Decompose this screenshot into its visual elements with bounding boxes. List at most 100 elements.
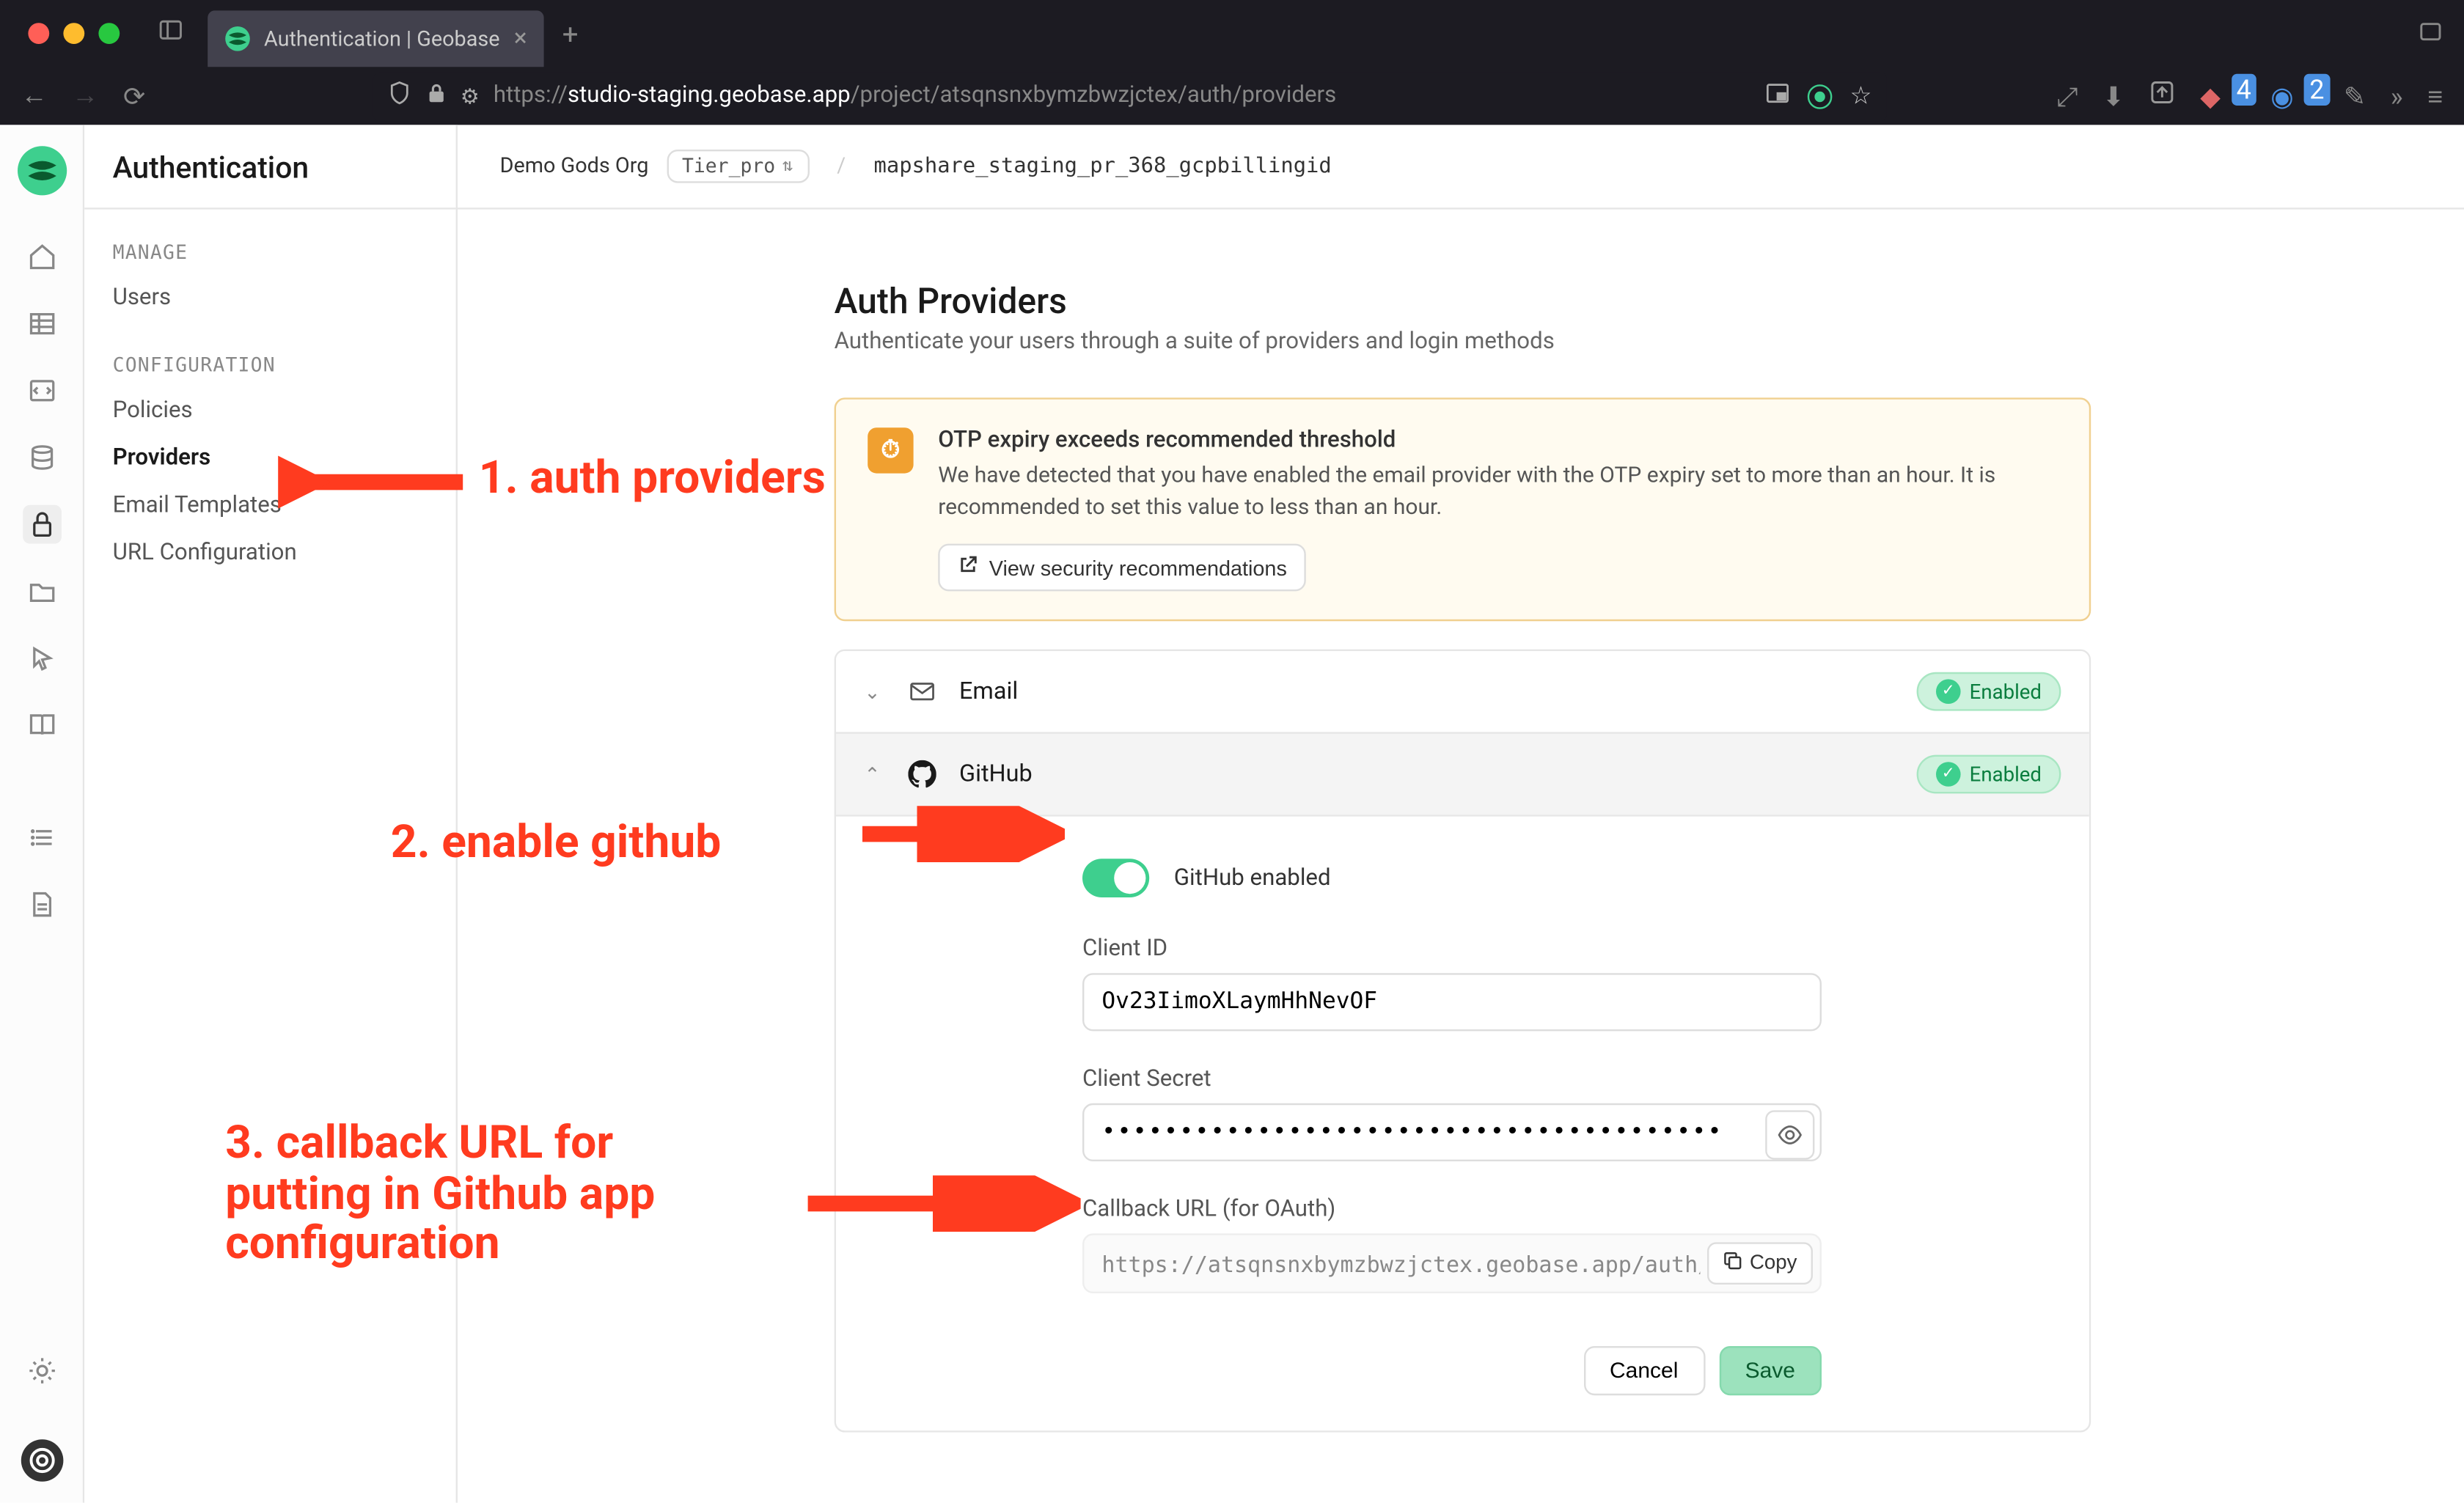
provider-row-email[interactable]: ⌄ Email ✓ Enabled bbox=[836, 651, 2089, 732]
content: Auth Providers Authenticate your users t… bbox=[458, 208, 2464, 1502]
expand-icon[interactable]: ⤢ bbox=[2056, 80, 2078, 111]
address-bar[interactable]: ⚙ https://studio-staging.geobase.app/pro… bbox=[373, 71, 1886, 120]
warning-icon: ⏱ bbox=[868, 427, 913, 472]
provider-name-email: Email bbox=[959, 677, 1896, 705]
url-text: https://studio-staging.geobase.app/proje… bbox=[494, 83, 1751, 109]
callback-url-value[interactable]: https://atsqnsnxbymzbwzjctex.geobase.app… bbox=[1084, 1236, 1700, 1290]
check-icon: ✓ bbox=[1936, 679, 1961, 704]
menu-icon[interactable]: ≡ bbox=[2427, 80, 2443, 111]
sidebar-toggle-icon[interactable] bbox=[158, 18, 183, 49]
check-icon: ✓ bbox=[1936, 762, 1961, 787]
home-icon[interactable] bbox=[22, 238, 61, 276]
reveal-secret-button[interactable] bbox=[1765, 1110, 1814, 1159]
chevron-updown-icon: ⇅ bbox=[782, 156, 793, 175]
github-toggle-label: GitHub enabled bbox=[1174, 865, 1331, 892]
callback-url-label: Callback URL (for OAuth) bbox=[1082, 1197, 2047, 1223]
database-icon[interactable] bbox=[22, 438, 61, 477]
eyedrop-icon[interactable]: ✎ bbox=[2344, 80, 2366, 111]
callback-url-row: https://atsqnsnxbymzbwzjctex.geobase.app… bbox=[1082, 1233, 1822, 1293]
forward-button[interactable]: → bbox=[72, 81, 98, 111]
tabs-overview-icon[interactable] bbox=[2419, 17, 2443, 51]
icon-rail bbox=[0, 125, 84, 1502]
warning-text: We have detected that you have enabled t… bbox=[938, 460, 2057, 526]
cancel-button[interactable]: Cancel bbox=[1583, 1346, 1704, 1395]
sidebar-item-policies[interactable]: Policies bbox=[84, 387, 455, 435]
copy-icon bbox=[1723, 1251, 1742, 1276]
settings-icon[interactable] bbox=[22, 1351, 61, 1390]
browser-toolbar-right: ⤢ ⬇ ◆4 ◉2 ✎ » ≡ bbox=[2056, 79, 2443, 113]
provider-name-github: GitHub bbox=[959, 760, 1896, 788]
sidebar-section-manage: MANAGE bbox=[84, 210, 455, 275]
tier-selector[interactable]: Tier_pro ⇅ bbox=[666, 149, 808, 183]
nav-bar: ← → ⟳ ⚙ https://studio-staging.geobase.a… bbox=[0, 67, 2464, 125]
sidebar: Authentication MANAGE Users CONFIGURATIO… bbox=[84, 125, 458, 1502]
client-secret-input[interactable] bbox=[1082, 1103, 1822, 1161]
github-config-panel: GitHub enabled Client ID Client Secret bbox=[836, 815, 2089, 1430]
help-icon[interactable] bbox=[21, 1439, 63, 1482]
sidebar-item-email-templates[interactable]: Email Templates bbox=[84, 482, 455, 530]
copy-callback-button[interactable]: Copy bbox=[1707, 1242, 1813, 1285]
tab-title: Authentication | Geobase bbox=[264, 26, 500, 51]
provider-row-github[interactable]: ⌃ GitHub ✓ Enabled bbox=[836, 732, 2089, 815]
project-name[interactable]: mapshare_staging_pr_368_gcpbillingid bbox=[874, 153, 1332, 178]
circle-icon[interactable] bbox=[1808, 84, 1833, 109]
maximize-window[interactable] bbox=[98, 23, 120, 44]
client-id-input[interactable] bbox=[1082, 973, 1822, 1031]
github-enabled-toggle[interactable] bbox=[1082, 859, 1149, 897]
overflow-icon[interactable]: » bbox=[2391, 80, 2403, 111]
new-tab-button[interactable]: + bbox=[562, 17, 579, 51]
ext1-icon[interactable]: ◆4 bbox=[2200, 80, 2245, 111]
save-button[interactable]: Save bbox=[1719, 1346, 1822, 1395]
ext2-icon[interactable]: ◉2 bbox=[2270, 80, 2319, 111]
org-name[interactable]: Demo Gods Org bbox=[500, 153, 649, 178]
envelope-icon bbox=[906, 676, 938, 708]
sidebar-item-providers[interactable]: Providers bbox=[84, 435, 455, 482]
page-subtitle: Authenticate your users through a suite … bbox=[835, 328, 2091, 355]
shield-icon[interactable] bbox=[386, 80, 411, 111]
list-icon[interactable] bbox=[22, 818, 61, 857]
storage-icon[interactable] bbox=[22, 572, 61, 611]
app-frame: Authentication MANAGE Users CONFIGURATIO… bbox=[0, 125, 2464, 1502]
bookmark-icon[interactable]: ☆ bbox=[1849, 82, 1871, 110]
main: Demo Gods Org Tier_pro ⇅ / mapshare_stag… bbox=[458, 125, 2464, 1502]
browser-chrome: Authentication | Geobase × + ← → ⟳ ⚙ htt… bbox=[0, 0, 2464, 125]
account-icon[interactable] bbox=[2149, 79, 2176, 113]
close-window[interactable] bbox=[28, 23, 49, 44]
lock-icon[interactable] bbox=[425, 82, 447, 110]
crumb-sep: / bbox=[837, 153, 846, 178]
back-button[interactable]: ← bbox=[21, 81, 48, 111]
external-link-icon bbox=[958, 554, 979, 581]
page-title: Auth Providers bbox=[835, 279, 2091, 321]
minimize-window[interactable] bbox=[63, 23, 84, 44]
github-icon bbox=[906, 758, 938, 790]
pointer-icon[interactable] bbox=[22, 639, 61, 677]
reload-button[interactable]: ⟳ bbox=[123, 80, 145, 111]
auth-icon[interactable] bbox=[22, 505, 61, 544]
warning-banner: ⏱ OTP expiry exceeds recommended thresho… bbox=[835, 397, 2091, 621]
chevron-up-icon: ⌃ bbox=[864, 762, 885, 785]
enabled-badge: ✓ Enabled bbox=[1917, 672, 2061, 711]
sql-editor-icon[interactable] bbox=[22, 371, 61, 410]
book-icon[interactable] bbox=[22, 705, 61, 744]
downloads-icon[interactable]: ⬇ bbox=[2102, 80, 2124, 111]
permissions-icon[interactable]: ⚙ bbox=[461, 84, 480, 109]
window-controls[interactable] bbox=[14, 23, 133, 44]
tab-close-icon[interactable]: × bbox=[514, 25, 527, 53]
warning-button-label: View security recommendations bbox=[989, 555, 1287, 580]
provider-list: ⌄ Email ✓ Enabled ⌃ bbox=[835, 650, 2091, 1433]
browser-tab[interactable]: Authentication | Geobase × bbox=[208, 10, 544, 67]
chevron-down-icon: ⌄ bbox=[864, 680, 885, 703]
sidebar-section-config: CONFIGURATION bbox=[84, 322, 455, 387]
sidebar-item-users[interactable]: Users bbox=[84, 274, 455, 322]
sidebar-item-url-config[interactable]: URL Configuration bbox=[84, 529, 455, 577]
tab-bar: Authentication | Geobase × + bbox=[0, 0, 2464, 67]
pip-icon[interactable] bbox=[1765, 80, 1790, 111]
table-editor-icon[interactable] bbox=[22, 304, 61, 343]
client-secret-label: Client Secret bbox=[1082, 1066, 2047, 1092]
breadcrumb-bar: Demo Gods Org Tier_pro ⇅ / mapshare_stag… bbox=[458, 125, 2464, 208]
doc-icon[interactable] bbox=[22, 885, 61, 924]
client-id-label: Client ID bbox=[1082, 936, 2047, 963]
tier-label: Tier_pro bbox=[682, 155, 775, 177]
view-security-recs-button[interactable]: View security recommendations bbox=[938, 544, 1306, 592]
app-logo[interactable] bbox=[17, 146, 66, 195]
